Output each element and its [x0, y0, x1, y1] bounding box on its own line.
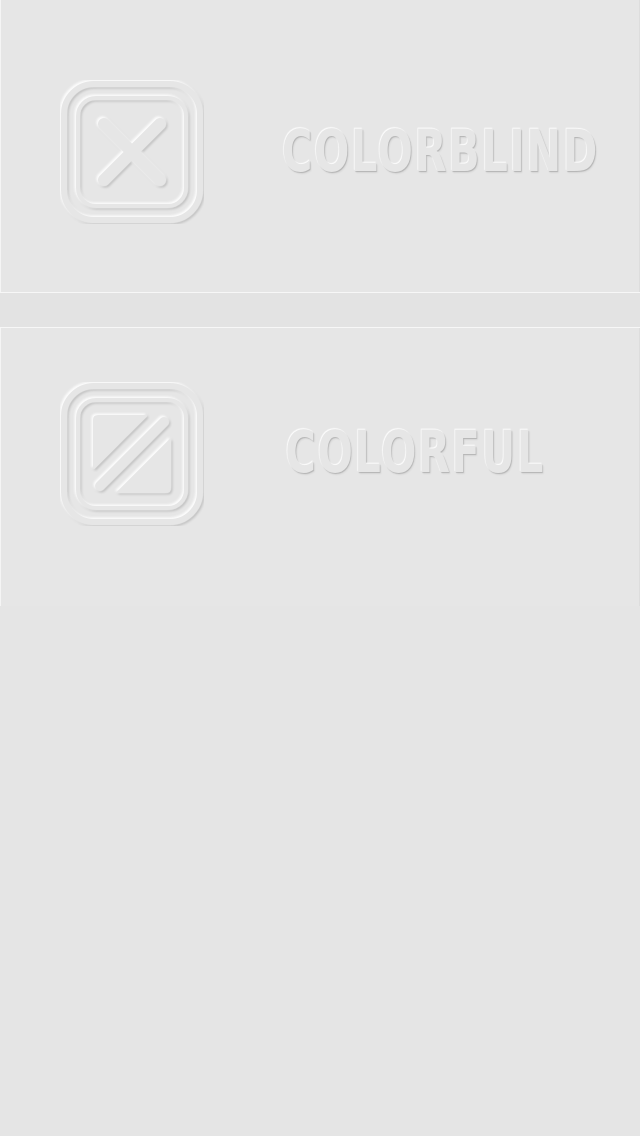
split-square-icon: [60, 382, 204, 526]
colorblind-option[interactable]: COLORBLIND: [0, 0, 640, 292]
colorblind-label: COLORBLIND: [281, 117, 599, 185]
option-divider: [0, 292, 640, 328]
colorful-option[interactable]: COLORFUL: [0, 328, 640, 606]
x-square-icon: [60, 80, 204, 224]
colorful-label: COLORFUL: [285, 418, 545, 486]
mode-select-screen: COLORBLIND COLORFUL: [0, 0, 640, 1136]
